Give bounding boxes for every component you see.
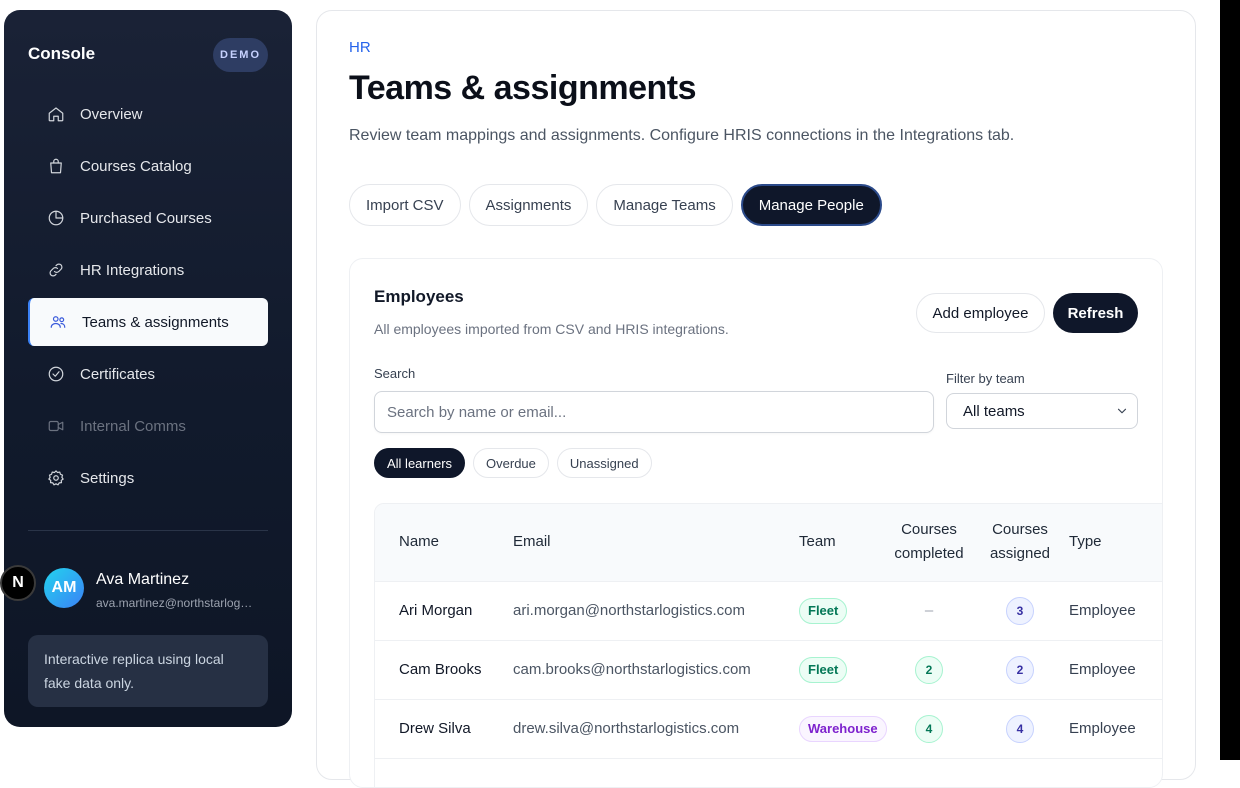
avatar[interactable]: AM: [44, 568, 84, 608]
sidebar-item-label: Settings: [80, 469, 135, 487]
cell-team: Fleet: [775, 640, 881, 699]
breadcrumb[interactable]: HR: [349, 39, 371, 56]
chip-all-learners[interactable]: All learners: [374, 448, 466, 478]
col-team[interactable]: Team: [775, 504, 881, 582]
sidebar-item-settings[interactable]: Settings: [28, 454, 268, 502]
tab-manage-teams[interactable]: Manage Teams: [596, 184, 733, 226]
sidebar-nav: Overview Courses Catalog Purchased Cours…: [28, 90, 268, 506]
sidebar-item-label: HR Integrations: [80, 261, 185, 279]
team-filter-value: All teams: [963, 402, 1025, 420]
main-content: HR Teams & assignments Review team mappi…: [316, 10, 1196, 788]
sidebar-item-label: Courses Catalog: [80, 157, 192, 175]
chip-overdue[interactable]: Overdue: [473, 448, 549, 478]
cell-type: Employee: [1069, 661, 1136, 678]
assigned-count-badge: 3: [1006, 596, 1034, 625]
user-name: Ava Martinez: [96, 571, 190, 588]
sidebar-item-hr-integrations[interactable]: HR Integrations: [28, 246, 268, 294]
chevron-down-icon: [1117, 408, 1127, 414]
col-name[interactable]: Name: [375, 504, 499, 582]
cell-completed: 4: [881, 699, 977, 758]
cell-completed: 2: [881, 640, 977, 699]
col-email[interactable]: Email: [499, 504, 775, 582]
chip-unassigned[interactable]: Unassigned: [556, 448, 652, 478]
completed-count-badge: 2: [915, 655, 943, 684]
sidebar-item-label: Internal Comms: [80, 417, 186, 435]
cell-name: Cam Brooks: [399, 661, 482, 678]
col-courses-completed[interactable]: Courses completed: [881, 504, 977, 582]
cell-email: ari.morgan@northstarlogistics.com: [513, 602, 745, 619]
col-type[interactable]: Type: [1063, 504, 1162, 582]
sidebar-item-certificates[interactable]: Certificates: [28, 350, 268, 398]
panel-title: Employees: [374, 287, 464, 306]
filter-chips: All learners Overdue Unassigned: [374, 448, 660, 478]
col-courses-assigned[interactable]: Courses assigned: [977, 504, 1063, 582]
team-filter-select[interactable]: All teams: [946, 393, 1138, 429]
search-label: Search: [374, 366, 416, 381]
home-icon: [46, 104, 66, 124]
sidebar-item-label: Overview: [80, 105, 143, 123]
n-logo-badge[interactable]: N: [0, 565, 36, 601]
cell-assigned: 2: [977, 640, 1063, 699]
employees-panel: Employees All employees imported from CS…: [349, 258, 1163, 788]
cell-type: Employee: [1069, 720, 1136, 737]
table-row[interactable]: Ari Morgan ari.morgan@northstarlogistics…: [375, 581, 1162, 640]
sidebar-item-overview[interactable]: Overview: [28, 90, 268, 138]
sidebar-item-internal-comms[interactable]: Internal Comms: [28, 402, 268, 450]
team-badge: Fleet: [799, 656, 848, 683]
cell-name: Drew Silva: [399, 720, 471, 737]
cell-team: Warehouse: [775, 699, 887, 758]
sidebar-item-courses-catalog[interactable]: Courses Catalog: [28, 142, 268, 190]
brand-title: Console: [28, 44, 96, 63]
completed-count-badge: 4: [915, 714, 943, 743]
employees-table-wrap: Name Email Team Courses completed Course…: [374, 503, 1162, 787]
sidebar: Console DEMO Overview Courses Catalog Pu…: [0, 10, 292, 727]
video-icon: [46, 416, 66, 436]
users-icon: [48, 312, 68, 332]
tab-manage-people[interactable]: Manage People: [740, 184, 882, 226]
cell-completed: –: [881, 581, 977, 640]
sidebar-item-purchased-courses[interactable]: Purchased Courses: [28, 194, 268, 242]
table-row[interactable]: Drew Silva drew.silva@northstarlogistics…: [375, 699, 1162, 758]
tab-assignments[interactable]: Assignments: [468, 184, 589, 226]
demo-badge: DEMO: [213, 38, 268, 72]
sidebar-item-label: Teams & assignments: [82, 313, 229, 331]
empty-value: –: [924, 602, 934, 619]
demo-note: Interactive replica using local fake dat…: [28, 635, 268, 707]
panel-description: All employees imported from CSV and HRIS…: [374, 321, 729, 337]
sidebar-item-label: Certificates: [80, 365, 156, 383]
page-description: Review team mappings and assignments. Co…: [349, 127, 1015, 144]
assigned-count-badge: 2: [1006, 655, 1034, 684]
check-circle-icon: [46, 364, 66, 384]
gear-icon: [46, 468, 66, 488]
link-icon: [46, 260, 66, 280]
sidebar-item-label: Purchased Courses: [80, 209, 212, 227]
tab-bar: Import CSV Assignments Manage Teams Mana…: [349, 184, 890, 226]
cell-type: Employee: [1069, 602, 1136, 619]
assigned-count-badge: 4: [1006, 714, 1034, 743]
cell-assigned: 4: [977, 699, 1063, 758]
tab-import-csv[interactable]: Import CSV: [349, 184, 461, 226]
cell-assigned: 3: [977, 581, 1063, 640]
cell-email: cam.brooks@northstarlogistics.com: [513, 661, 751, 678]
team-badge: Warehouse: [799, 715, 887, 742]
cell-email: drew.silva@northstarlogistics.com: [513, 720, 740, 737]
sidebar-item-teams-assignments[interactable]: Teams & assignments: [28, 298, 268, 346]
cell-name: Ari Morgan: [399, 602, 473, 619]
cell-team: Fleet: [775, 581, 881, 640]
table-row[interactable]: Cam Brooks cam.brooks@northstarlogistics…: [375, 640, 1162, 699]
refresh-button[interactable]: Refresh: [1053, 293, 1138, 333]
page-title: Teams & assignments: [349, 69, 697, 107]
add-employee-button[interactable]: Add employee: [916, 293, 1045, 333]
search-input[interactable]: [374, 391, 934, 433]
shopping-bag-icon: [46, 156, 66, 176]
pie-chart-icon: [46, 208, 66, 228]
table-header-row: Name Email Team Courses completed Course…: [375, 504, 1162, 582]
filter-label: Filter by team: [946, 371, 1025, 386]
user-email: ava.martinez@northstarlogistics.com: [96, 596, 254, 610]
employees-table: Name Email Team Courses completed Course…: [375, 504, 1162, 759]
sidebar-divider: [28, 530, 268, 531]
team-badge: Fleet: [799, 597, 848, 624]
right-edge-bar: [1220, 0, 1240, 760]
